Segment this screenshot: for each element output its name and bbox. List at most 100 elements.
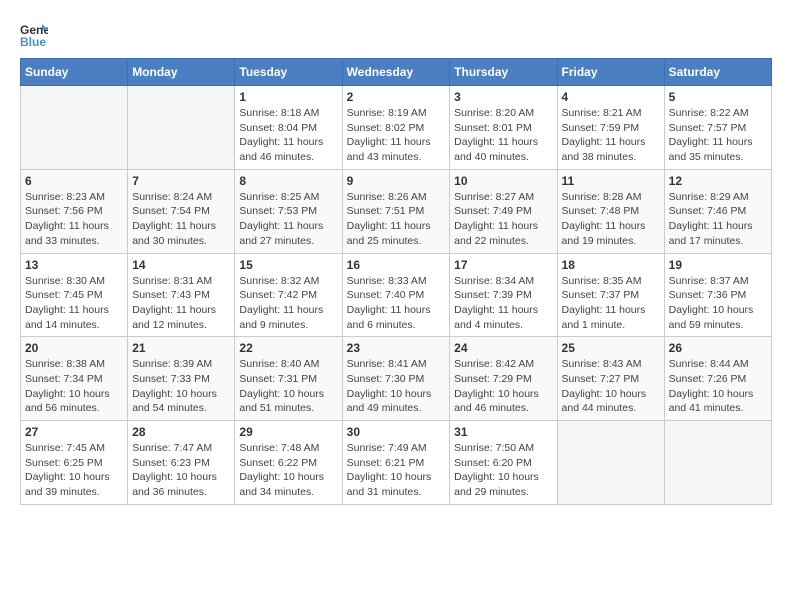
day-number: 19 — [669, 258, 767, 272]
day-info: Sunrise: 7:48 AM Sunset: 6:22 PM Dayligh… — [239, 441, 337, 500]
day-number: 18 — [562, 258, 660, 272]
day-info: Sunrise: 8:44 AM Sunset: 7:26 PM Dayligh… — [669, 357, 767, 416]
calendar-cell: 11 Sunrise: 8:28 AM Sunset: 7:48 PM Dayli… — [557, 169, 664, 253]
calendar-cell: 2 Sunrise: 8:19 AM Sunset: 8:02 PM Daylig… — [342, 86, 450, 170]
calendar-cell: 21Sunrise: 8:39 AM Sunset: 7:33 PM Dayli… — [128, 337, 235, 421]
day-info: Sunrise: 8:27 AM Sunset: 7:49 PM Dayligh… — [454, 190, 552, 249]
calendar-cell: 3 Sunrise: 8:20 AM Sunset: 8:01 PM Daylig… — [450, 86, 557, 170]
calendar-cell: 9Sunrise: 8:26 AM Sunset: 7:51 PM Daylig… — [342, 169, 450, 253]
calendar-cell: 31 Sunrise: 7:50 AM Sunset: 6:20 PM Dayli… — [450, 421, 557, 505]
day-info: Sunrise: 8:41 AM Sunset: 7:30 PM Dayligh… — [347, 357, 446, 416]
calendar-cell: 1 Sunrise: 8:18 AM Sunset: 8:04 PM Daylig… — [235, 86, 342, 170]
calendar-cell — [664, 421, 771, 505]
calendar-cell: 14 Sunrise: 8:31 AM Sunset: 7:43 PM Dayli… — [128, 253, 235, 337]
day-info: Sunrise: 8:34 AM Sunset: 7:39 PM Dayligh… — [454, 274, 552, 333]
day-info: Sunrise: 8:20 AM Sunset: 8:01 PM Dayligh… — [454, 106, 552, 165]
day-info: Sunrise: 8:38 AM Sunset: 7:34 PM Dayligh… — [25, 357, 123, 416]
day-info: Sunrise: 8:21 AM Sunset: 7:59 PM Dayligh… — [562, 106, 660, 165]
calendar-cell: 23 Sunrise: 8:41 AM Sunset: 7:30 PM Dayli… — [342, 337, 450, 421]
day-info: Sunrise: 8:32 AM Sunset: 7:42 PM Dayligh… — [239, 274, 337, 333]
day-number: 20 — [25, 341, 123, 355]
calendar-cell: 18 Sunrise: 8:35 AM Sunset: 7:37 PM Dayli… — [557, 253, 664, 337]
calendar-cell: 26Sunrise: 8:44 AM Sunset: 7:26 PM Dayli… — [664, 337, 771, 421]
day-info: Sunrise: 8:42 AM Sunset: 7:29 PM Dayligh… — [454, 357, 552, 416]
day-info: Sunrise: 8:23 AM Sunset: 7:56 PM Dayligh… — [25, 190, 123, 249]
calendar-cell: 13 Sunrise: 8:30 AM Sunset: 7:45 PM Dayli… — [21, 253, 128, 337]
day-info: Sunrise: 8:43 AM Sunset: 7:27 PM Dayligh… — [562, 357, 660, 416]
day-number: 2 — [347, 90, 446, 104]
day-number: 11 — [562, 174, 660, 188]
calendar-cell: 25 Sunrise: 8:43 AM Sunset: 7:27 PM Dayli… — [557, 337, 664, 421]
day-number: 21 — [132, 341, 230, 355]
calendar-week-row: 27Sunrise: 7:45 AM Sunset: 6:25 PM Dayli… — [21, 421, 772, 505]
day-number: 28 — [132, 425, 230, 439]
day-info: Sunrise: 8:18 AM Sunset: 8:04 PM Dayligh… — [239, 106, 337, 165]
day-info: Sunrise: 8:30 AM Sunset: 7:45 PM Dayligh… — [25, 274, 123, 333]
day-number: 12 — [669, 174, 767, 188]
day-info: Sunrise: 8:24 AM Sunset: 7:54 PM Dayligh… — [132, 190, 230, 249]
day-info: Sunrise: 7:49 AM Sunset: 6:21 PM Dayligh… — [347, 441, 446, 500]
calendar-cell: 29 Sunrise: 7:48 AM Sunset: 6:22 PM Dayli… — [235, 421, 342, 505]
day-info: Sunrise: 8:29 AM Sunset: 7:46 PM Dayligh… — [669, 190, 767, 249]
day-info: Sunrise: 8:26 AM Sunset: 7:51 PM Dayligh… — [347, 190, 446, 249]
day-number: 6 — [25, 174, 123, 188]
day-number: 14 — [132, 258, 230, 272]
day-number: 13 — [25, 258, 123, 272]
calendar-week-row: 13 Sunrise: 8:30 AM Sunset: 7:45 PM Dayli… — [21, 253, 772, 337]
calendar-cell: 22 Sunrise: 8:40 AM Sunset: 7:31 PM Dayli… — [235, 337, 342, 421]
day-number: 29 — [239, 425, 337, 439]
calendar-cell: 8Sunrise: 8:25 AM Sunset: 7:53 PM Daylig… — [235, 169, 342, 253]
calendar-cell — [21, 86, 128, 170]
day-info: Sunrise: 8:19 AM Sunset: 8:02 PM Dayligh… — [347, 106, 446, 165]
calendar-body: 1 Sunrise: 8:18 AM Sunset: 8:04 PM Daylig… — [21, 86, 772, 505]
day-number: 31 — [454, 425, 552, 439]
day-number: 24 — [454, 341, 552, 355]
svg-text:Blue: Blue — [20, 35, 46, 48]
calendar-week-row: 6 Sunrise: 8:23 AM Sunset: 7:56 PM Daylig… — [21, 169, 772, 253]
calendar-cell: 19 Sunrise: 8:37 AM Sunset: 7:36 PM Dayli… — [664, 253, 771, 337]
day-number: 25 — [562, 341, 660, 355]
calendar-cell: 16Sunrise: 8:33 AM Sunset: 7:40 PM Dayli… — [342, 253, 450, 337]
day-info: Sunrise: 8:35 AM Sunset: 7:37 PM Dayligh… — [562, 274, 660, 333]
calendar-cell: 17 Sunrise: 8:34 AM Sunset: 7:39 PM Dayli… — [450, 253, 557, 337]
calendar-header: SundayMondayTuesdayWednesdayThursdayFrid… — [21, 59, 772, 86]
day-info: Sunrise: 8:28 AM Sunset: 7:48 PM Dayligh… — [562, 190, 660, 249]
calendar-cell: 12 Sunrise: 8:29 AM Sunset: 7:46 PM Dayli… — [664, 169, 771, 253]
header: General Blue — [20, 20, 772, 48]
day-info: Sunrise: 8:25 AM Sunset: 7:53 PM Dayligh… — [239, 190, 337, 249]
weekday-header-friday: Friday — [557, 59, 664, 86]
day-info: Sunrise: 8:31 AM Sunset: 7:43 PM Dayligh… — [132, 274, 230, 333]
calendar-week-row: 20 Sunrise: 8:38 AM Sunset: 7:34 PM Dayli… — [21, 337, 772, 421]
day-number: 15 — [239, 258, 337, 272]
day-number: 22 — [239, 341, 337, 355]
day-number: 5 — [669, 90, 767, 104]
logo: General Blue — [20, 20, 52, 48]
day-number: 1 — [239, 90, 337, 104]
day-number: 3 — [454, 90, 552, 104]
calendar-cell: 7 Sunrise: 8:24 AM Sunset: 7:54 PM Daylig… — [128, 169, 235, 253]
day-info: Sunrise: 8:22 AM Sunset: 7:57 PM Dayligh… — [669, 106, 767, 165]
calendar-cell: 20 Sunrise: 8:38 AM Sunset: 7:34 PM Dayli… — [21, 337, 128, 421]
calendar-cell: 24 Sunrise: 8:42 AM Sunset: 7:29 PM Dayli… — [450, 337, 557, 421]
weekday-header-row: SundayMondayTuesdayWednesdayThursdayFrid… — [21, 59, 772, 86]
calendar-cell: 4 Sunrise: 8:21 AM Sunset: 7:59 PM Daylig… — [557, 86, 664, 170]
weekday-header-wednesday: Wednesday — [342, 59, 450, 86]
day-number: 23 — [347, 341, 446, 355]
day-info: Sunrise: 7:50 AM Sunset: 6:20 PM Dayligh… — [454, 441, 552, 500]
calendar-week-row: 1 Sunrise: 8:18 AM Sunset: 8:04 PM Daylig… — [21, 86, 772, 170]
day-number: 17 — [454, 258, 552, 272]
day-info: Sunrise: 8:40 AM Sunset: 7:31 PM Dayligh… — [239, 357, 337, 416]
calendar-cell: 15 Sunrise: 8:32 AM Sunset: 7:42 PM Dayli… — [235, 253, 342, 337]
weekday-header-monday: Monday — [128, 59, 235, 86]
day-info: Sunrise: 8:37 AM Sunset: 7:36 PM Dayligh… — [669, 274, 767, 333]
weekday-header-tuesday: Tuesday — [235, 59, 342, 86]
day-info: Sunrise: 7:45 AM Sunset: 6:25 PM Dayligh… — [25, 441, 123, 500]
day-number: 30 — [347, 425, 446, 439]
weekday-header-thursday: Thursday — [450, 59, 557, 86]
day-number: 16 — [347, 258, 446, 272]
day-number: 7 — [132, 174, 230, 188]
day-number: 4 — [562, 90, 660, 104]
calendar-table: SundayMondayTuesdayWednesdayThursdayFrid… — [20, 58, 772, 505]
weekday-header-saturday: Saturday — [664, 59, 771, 86]
calendar-cell: 10Sunrise: 8:27 AM Sunset: 7:49 PM Dayli… — [450, 169, 557, 253]
